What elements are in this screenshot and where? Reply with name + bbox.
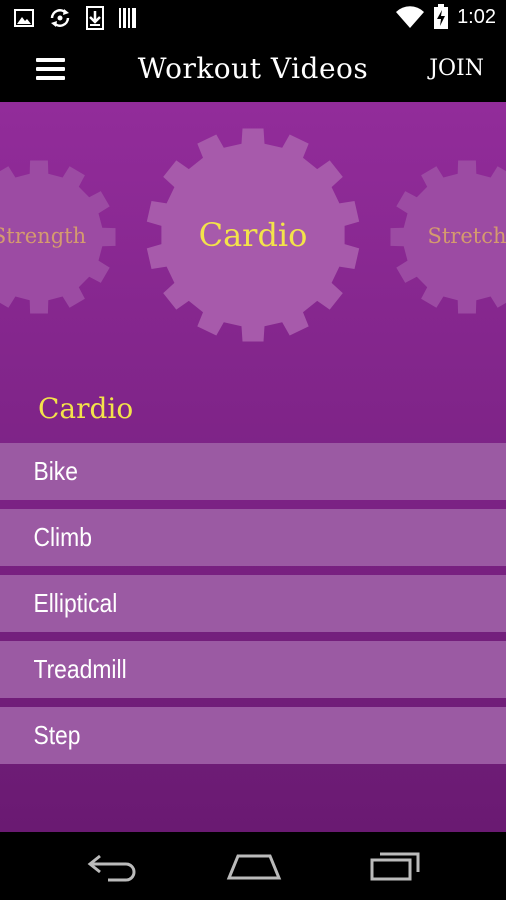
content-area: Strength Cardio Stretch Cardio Bike Clim… xyxy=(0,102,506,832)
status-bar: 1:02 xyxy=(0,0,506,36)
home-icon[interactable] xyxy=(226,850,282,882)
category-label: Stretch xyxy=(427,224,506,248)
battery-icon xyxy=(434,4,449,29)
download-icon xyxy=(86,6,104,30)
category-strength[interactable]: Strength xyxy=(0,160,116,314)
workout-item-elliptical[interactable]: Elliptical xyxy=(0,575,506,632)
category-cardio[interactable]: Cardio xyxy=(146,128,360,342)
workout-item-climb[interactable]: Climb xyxy=(0,509,506,566)
back-icon[interactable] xyxy=(86,850,138,882)
wifi-icon xyxy=(396,6,425,29)
status-time: 1:02 xyxy=(457,5,496,28)
workout-item-bike[interactable]: Bike xyxy=(0,443,506,500)
hamburger-menu-icon[interactable] xyxy=(28,52,72,86)
category-label: Strength xyxy=(0,224,87,248)
category-stretch[interactable]: Stretch xyxy=(390,160,506,314)
recent-apps-icon[interactable] xyxy=(368,850,422,882)
sync-icon xyxy=(50,9,70,27)
barcode-icon xyxy=(119,8,136,28)
section-title: Cardio xyxy=(38,392,134,425)
category-label: Cardio xyxy=(198,216,308,254)
join-button[interactable]: JOIN xyxy=(429,56,484,81)
workout-list: Bike Climb Elliptical Treadmill Step xyxy=(0,443,506,773)
image-icon xyxy=(14,9,34,27)
workout-item-step[interactable]: Step xyxy=(0,707,506,764)
app-bar: Workout Videos JOIN xyxy=(0,36,506,102)
workout-item-treadmill[interactable]: Treadmill xyxy=(0,641,506,698)
navigation-bar xyxy=(0,832,506,900)
